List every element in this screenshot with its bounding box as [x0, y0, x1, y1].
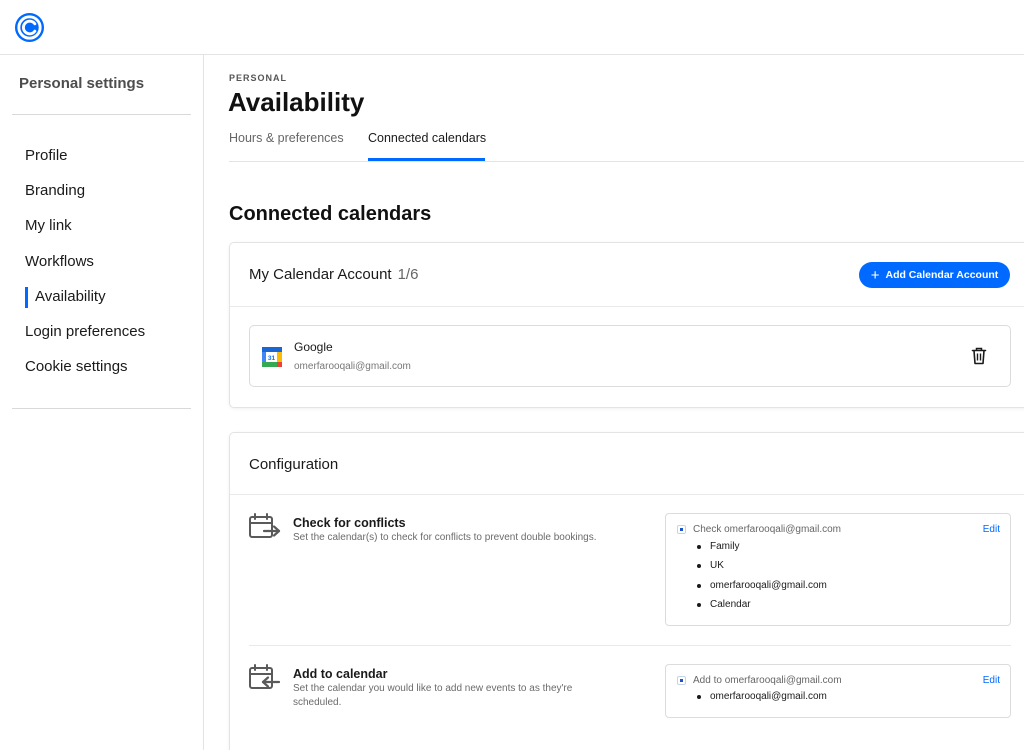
divider: [230, 494, 1024, 495]
tab-bar: Hours & preferences Connected calendars: [229, 127, 1024, 162]
sidebar-item-profile[interactable]: Profile: [25, 146, 145, 181]
top-bar: [0, 0, 1024, 55]
list-item: omerfarooqali@gmail.com: [697, 691, 827, 702]
box-header: Add to omerfarooqali@gmail.com: [677, 675, 842, 686]
calendly-logo-icon[interactable]: [14, 12, 45, 43]
sidebar-item-branding[interactable]: Branding: [25, 181, 145, 216]
calendar-icon: [677, 676, 686, 685]
plus-icon: +: [870, 266, 880, 284]
add-to-calendar-title: Add to calendar: [293, 667, 388, 681]
calendar-accounts-card: My Calendar Account 1/6 + Add Calendar Ac…: [229, 242, 1024, 408]
google-calendar-icon: 31: [262, 347, 282, 367]
svg-text:31: 31: [268, 355, 276, 362]
sidebar-title: Personal settings: [19, 75, 145, 92]
account-header-label: My Calendar Account: [249, 266, 392, 283]
add-calendar-account-button[interactable]: + Add Calendar Account: [859, 262, 1010, 288]
active-tab-indicator: [368, 158, 485, 161]
account-email: omerfarooqali@gmail.com: [294, 361, 411, 372]
add-to-calendar-description: Set the calendar you would like to add n…: [293, 683, 573, 708]
sidebar-item-login-preferences[interactable]: Login preferences: [25, 322, 145, 357]
sidebar-divider: [12, 408, 191, 409]
list-item: Family: [697, 541, 827, 560]
list-item: Calendar: [697, 599, 827, 618]
calendar-account-row: 31 Google omerfarooqali@gmail.com: [249, 325, 1011, 387]
check-conflicts-title: Check for conflicts: [293, 516, 406, 530]
edit-add-to-calendar-link[interactable]: Edit: [983, 675, 1000, 686]
main-content: PERSONAL Availability Hours & preference…: [205, 55, 1024, 750]
add-to-calendar-box: Add to omerfarooqali@gmail.com Edit omer…: [665, 664, 1011, 718]
section-title: Connected calendars: [229, 203, 432, 225]
sidebar: Personal settings Profile Branding My li…: [0, 55, 204, 750]
list-item: UK: [697, 560, 827, 579]
check-conflicts-description: Set the calendar(s) to check for conflic…: [293, 532, 597, 543]
configuration-title: Configuration: [249, 456, 339, 473]
sidebar-nav: Profile Branding My link Workflows Avail…: [25, 146, 145, 392]
add-to-calendars-list: omerfarooqali@gmail.com: [697, 691, 827, 702]
sidebar-item-workflows[interactable]: Workflows: [25, 252, 145, 287]
account-count: 1/6: [397, 266, 419, 283]
sidebar-divider: [12, 114, 191, 115]
calendar-icon: [677, 525, 686, 534]
divider: [249, 645, 1011, 646]
list-item: omerfarooqali@gmail.com: [697, 580, 827, 599]
add-calendar-account-label: Add Calendar Account: [885, 269, 999, 281]
account-provider: Google: [294, 340, 333, 354]
box-header: Check omerfarooqali@gmail.com: [677, 524, 841, 535]
page-title: Availability: [228, 87, 365, 117]
calendar-add-to-icon: [249, 664, 281, 689]
tab-hours-preferences[interactable]: Hours & preferences: [229, 131, 344, 145]
edit-conflicts-link[interactable]: Edit: [983, 524, 1000, 535]
add-to-calendar-box-label: Add to omerfarooqali@gmail.com: [693, 675, 842, 686]
page-eyebrow: PERSONAL: [229, 73, 288, 83]
calendar-check-conflicts-icon: [249, 513, 281, 538]
conflict-calendars-list: Family UK omerfarooqali@gmail.com Calend…: [697, 541, 827, 619]
trash-icon[interactable]: [971, 347, 987, 365]
sidebar-item-availability[interactable]: Availability: [25, 286, 145, 322]
sidebar-item-my-link[interactable]: My link: [25, 216, 145, 251]
configuration-card: Configuration Check for conflicts Set th…: [229, 432, 1024, 750]
card-header: My Calendar Account 1/6 + Add Calendar Ac…: [230, 243, 1024, 307]
check-conflicts-box-label: Check omerfarooqali@gmail.com: [693, 524, 841, 535]
account-header: My Calendar Account 1/6: [249, 266, 418, 283]
check-conflicts-box: Check omerfarooqali@gmail.com Edit Famil…: [665, 513, 1011, 626]
tab-connected-calendars[interactable]: Connected calendars: [368, 131, 486, 145]
sidebar-item-cookie-settings[interactable]: Cookie settings: [25, 357, 145, 392]
